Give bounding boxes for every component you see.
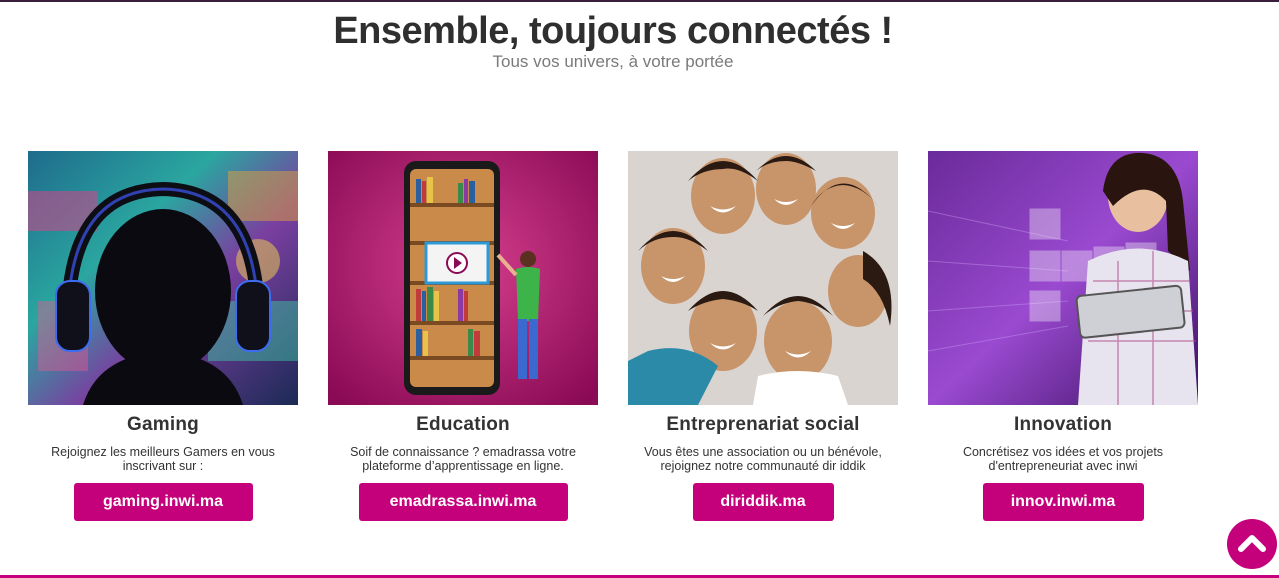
card-innovation: Innovation Concrétisez vos idées et vos …	[928, 151, 1198, 521]
card-description: Rejoignez les meilleurs Gamers en vous i…	[51, 445, 275, 473]
emadrassa-link-button[interactable]: emadrassa.inwi.ma	[358, 483, 568, 521]
card-education: Education Soif de connaissance ? emadras…	[328, 151, 598, 521]
woman-tablet-image	[928, 151, 1198, 405]
card-entreprenariat-social: Entreprenariat social Vous êtes une asso…	[628, 151, 898, 521]
card-title: Gaming	[127, 414, 199, 435]
diriddik-link-button[interactable]: diriddik.ma	[692, 483, 834, 521]
group-smiling-people-image	[628, 151, 898, 405]
top-border	[0, 0, 1279, 2]
card-description: Concrétisez vos idées et vos projets d'e…	[962, 445, 1164, 473]
innov-link-button[interactable]: innov.inwi.ma	[982, 483, 1144, 521]
card-title: Innovation	[1013, 414, 1113, 435]
page-subtitle: Tous vos univers, à votre portée	[492, 52, 734, 71]
card-description: Vous êtes une association ou un bénévole…	[644, 445, 882, 473]
phone-bookshelf-image	[328, 151, 598, 405]
card-title: Entreprenariat social	[666, 414, 860, 435]
gamer-headphones-image	[28, 151, 298, 405]
gaming-link-button[interactable]: gaming.inwi.ma	[73, 483, 253, 521]
scroll-to-top-button[interactable]	[1227, 519, 1277, 569]
card-title: Education	[416, 414, 510, 435]
chevron-up-icon	[1238, 535, 1266, 552]
card-description: Soif de connaissance ? emadrassa votre p…	[350, 445, 576, 473]
card-gaming: Gaming Rejoignez les meilleurs Gamers en…	[28, 151, 298, 521]
page-title: Ensemble, toujours connectés !	[333, 10, 893, 52]
